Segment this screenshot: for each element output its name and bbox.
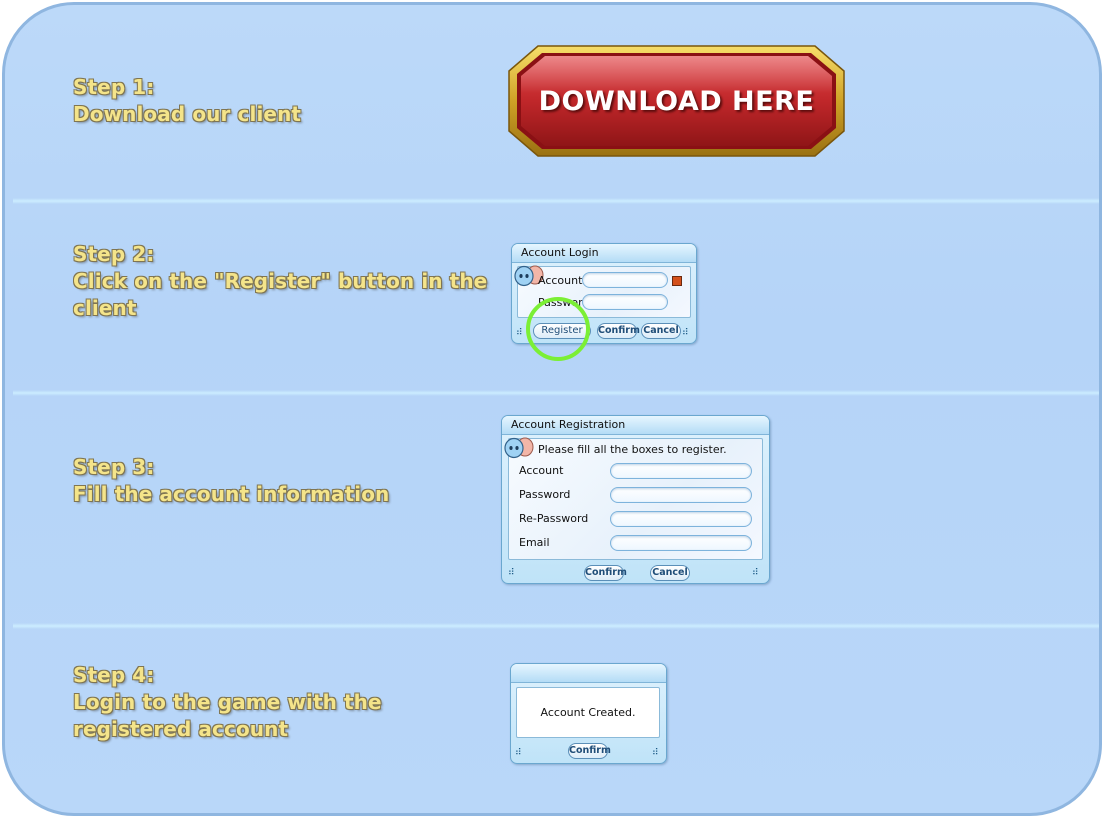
- section-divider: [13, 623, 1099, 629]
- step-2-line: Click on the "Register" button in the: [73, 269, 488, 293]
- step-2-line: client: [73, 296, 137, 320]
- resize-grip-icon: ⠾: [652, 748, 659, 758]
- reg-email-field[interactable]: [610, 535, 752, 551]
- created-confirm-button[interactable]: Confirm: [568, 743, 611, 759]
- login-cancel-button[interactable]: Cancel: [641, 323, 681, 339]
- reg-confirm-button[interactable]: Confirm: [584, 565, 627, 581]
- step-4-text: Step 4: Login to the game with the regis…: [73, 662, 382, 743]
- resize-grip-icon: ⠾: [508, 568, 515, 578]
- reg-password-label: Password: [519, 488, 571, 501]
- reg-email-label: Email: [519, 536, 550, 549]
- ghost-avatar-icon: [504, 437, 534, 459]
- login-dialog-title: Account Login: [512, 244, 696, 263]
- step-4-line: registered account: [73, 717, 289, 741]
- account-created-dialog: Account Created. Confirm ⠾ ⠾: [510, 663, 667, 764]
- section-divider: [13, 390, 1099, 396]
- resize-grip-icon: ⠾: [682, 328, 689, 338]
- section-divider: [13, 198, 1099, 204]
- login-password-field[interactable]: [582, 294, 668, 310]
- reg-account-field[interactable]: [610, 463, 752, 479]
- download-button-label: DOWNLOAD HERE: [538, 85, 815, 117]
- created-dialog-body: Account Created.: [516, 687, 660, 738]
- registration-instructions: Please fill all the boxes to register.: [538, 443, 727, 456]
- login-account-label: Account: [538, 274, 583, 287]
- step-4-line: Login to the game with the: [73, 690, 382, 714]
- step-3-line: Fill the account information: [73, 482, 390, 506]
- step-2-heading: Step 2:: [73, 242, 155, 266]
- register-highlight-circle: [526, 297, 590, 361]
- step-1-heading: Step 1:: [73, 75, 155, 99]
- download-button[interactable]: DOWNLOAD HERE: [508, 45, 845, 157]
- step-3-heading: Step 3:: [73, 455, 155, 479]
- step-4-heading: Step 4:: [73, 663, 155, 687]
- created-dialog-title: [511, 664, 666, 683]
- step-2-text: Step 2: Click on the "Register" button i…: [73, 241, 487, 322]
- registration-dialog-title: Account Registration: [502, 416, 769, 435]
- step-1-line: Download our client: [73, 102, 302, 126]
- account-created-message: Account Created.: [540, 706, 636, 719]
- resize-grip-icon: ⠾: [515, 748, 522, 758]
- step-1-text: Step 1: Download our client: [73, 74, 301, 128]
- resize-grip-icon: ⠾: [752, 568, 759, 578]
- reg-account-label: Account: [519, 464, 564, 477]
- login-confirm-button[interactable]: Confirm: [597, 323, 640, 339]
- close-square-icon[interactable]: [672, 276, 682, 286]
- step-3-text: Step 3: Fill the account information: [73, 454, 389, 508]
- reg-cancel-button[interactable]: Cancel: [650, 565, 690, 581]
- reg-repassword-field[interactable]: [610, 511, 752, 527]
- reg-password-field[interactable]: [610, 487, 752, 503]
- account-registration-dialog: Account Registration Please fill all the…: [501, 415, 770, 584]
- login-account-field[interactable]: [582, 272, 668, 288]
- resize-grip-icon: ⠾: [516, 328, 523, 338]
- reg-repassword-label: Re-Password: [519, 512, 589, 525]
